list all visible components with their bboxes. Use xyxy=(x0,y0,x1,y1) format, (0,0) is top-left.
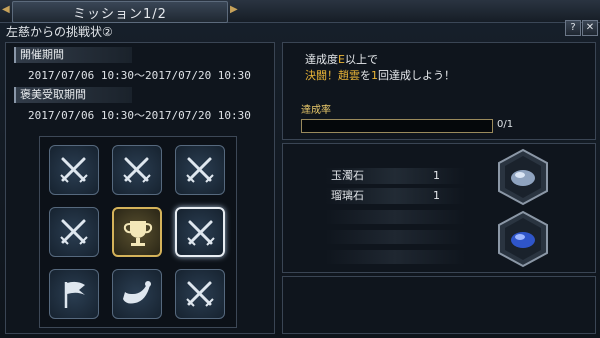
close-button[interactable]: ✕ xyxy=(582,20,598,36)
title-tab: ミッション1/2 xyxy=(12,1,228,23)
mission-cell[interactable] xyxy=(112,269,162,319)
window-title: ミッション1/2 xyxy=(73,7,167,22)
event-period-dates: 2017/07/06 10:30～2017/07/20 10:30 xyxy=(28,69,251,82)
mission-cell[interactable] xyxy=(175,145,225,195)
progress-bar xyxy=(301,119,493,133)
orb-gray-blue-icon xyxy=(511,170,535,186)
help-button[interactable]: ? xyxy=(565,20,581,36)
mission-condition-line2: 決闘！趙雲を1回達成しよう！ xyxy=(305,67,455,83)
reward-row: 玉濁石 1 xyxy=(325,168,465,184)
crossed-swords-icon xyxy=(60,219,88,245)
condition-text: 回達成しよう！ xyxy=(378,69,455,82)
crossed-swords-icon xyxy=(60,157,88,183)
flag-icon xyxy=(64,281,85,308)
reward-row-empty xyxy=(325,250,465,264)
orb-blue-icon xyxy=(511,232,535,248)
mission-cell-selected[interactable] xyxy=(175,207,225,257)
crossed-swords-icon xyxy=(186,157,214,183)
horn-icon xyxy=(123,281,151,304)
reward-row: 瑠璃石 1 xyxy=(325,188,465,204)
reward-panel: 玉濁石 1 瑠璃石 1 xyxy=(282,143,596,273)
prev-arrow-icon[interactable]: ◀ xyxy=(2,4,10,15)
reward-row-empty xyxy=(325,210,465,224)
achievement-rate-label: 達成率 xyxy=(301,105,331,116)
mission-window: ◀ ミッション1/2 ▶ 左慈からの挑戦状② ? ✕ 開催期間 2017/07/… xyxy=(0,0,600,338)
mission-subtitle: 左慈からの挑戦状② xyxy=(6,25,113,39)
condition-text: を xyxy=(360,69,371,82)
reward-period-dates: 2017/07/06 10:30～2017/07/20 10:30 xyxy=(28,109,251,122)
trophy-icon xyxy=(123,221,153,246)
reward-item-slot[interactable] xyxy=(496,210,550,268)
event-period-label: 開催期間 xyxy=(14,47,132,63)
mission-cell[interactable] xyxy=(49,145,99,195)
reward-name: 玉濁石 xyxy=(331,169,364,182)
reward-qty: 1 xyxy=(433,189,440,202)
title-bar: ◀ ミッション1/2 ▶ xyxy=(0,0,600,23)
mission-grid xyxy=(39,136,237,328)
condition-count: 1 xyxy=(371,69,378,82)
mission-cell[interactable] xyxy=(175,269,225,319)
bottom-empty-panel xyxy=(282,276,596,334)
condition-text: 以上で xyxy=(344,53,378,66)
next-arrow-icon[interactable]: ▶ xyxy=(230,4,238,15)
reward-period-label: 褒美受取期間 xyxy=(14,87,132,103)
crossed-swords-icon xyxy=(187,220,215,246)
condition-grade: E xyxy=(338,53,345,66)
mission-cell[interactable] xyxy=(49,269,99,319)
reward-qty: 1 xyxy=(433,169,440,182)
mission-cell[interactable] xyxy=(112,145,162,195)
reward-row-empty xyxy=(325,230,465,244)
reward-item-slot[interactable] xyxy=(496,148,550,206)
condition-target: 決闘！趙雲 xyxy=(305,69,360,82)
crossed-swords-icon xyxy=(186,281,214,307)
condition-text: 達成度 xyxy=(305,53,338,66)
crossed-swords-icon xyxy=(123,157,151,183)
progress-text: 0/1 xyxy=(497,119,514,130)
mission-detail-panel: 達成度E以上で 決闘！趙雲を1回達成しよう！ 達成率 0/1 xyxy=(282,42,596,140)
mission-cell-trophy[interactable] xyxy=(112,207,162,257)
mission-condition-line1: 達成度E以上で xyxy=(305,51,378,67)
reward-name: 瑠璃石 xyxy=(331,189,364,202)
mission-cell[interactable] xyxy=(49,207,99,257)
